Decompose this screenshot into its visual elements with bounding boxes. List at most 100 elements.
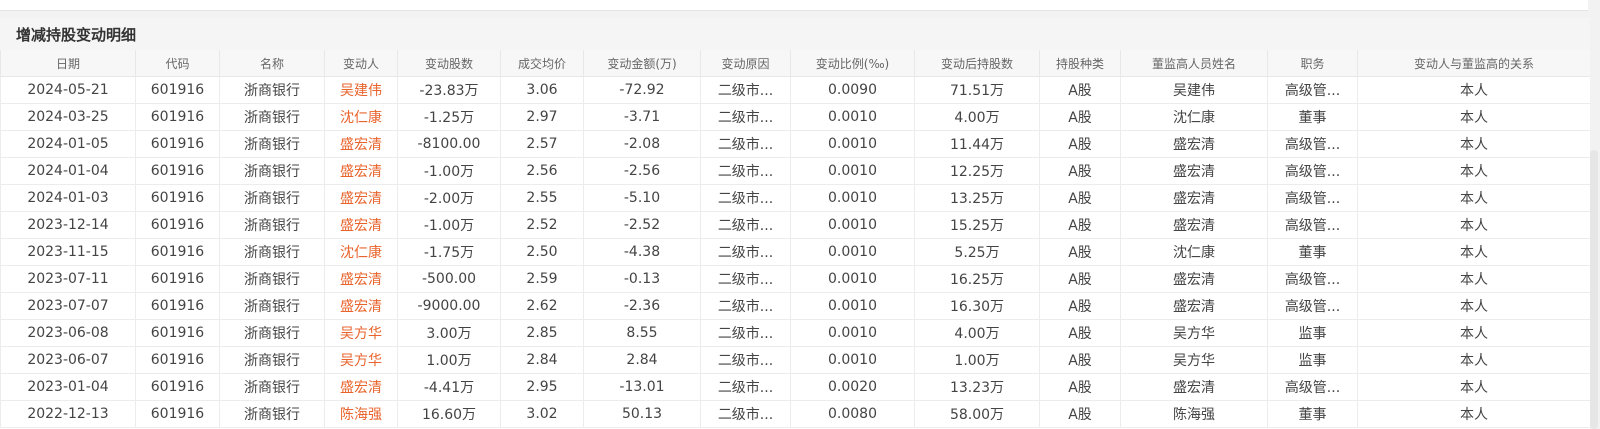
cell-shares-change: 16.60万 xyxy=(397,400,501,428)
table-row: 2023-06-08 601916 浙商银行 吴方华 3.00万 2.85 8.55 二级市.… xyxy=(0,319,1590,347)
cell-code: 601916 xyxy=(135,76,220,104)
table-row: 2023-07-11 601916 浙商银行 盛宏清 -500.00 2.59 -0.13 二… xyxy=(0,265,1590,293)
cell-share-type: A股 xyxy=(1039,238,1121,266)
cell-date: 2024-05-21 xyxy=(0,76,136,104)
col-header-date[interactable]: 日期 xyxy=(0,50,136,77)
col-header-amount[interactable]: 变动金额(万) xyxy=(583,50,701,77)
cell-position: 监事 xyxy=(1267,346,1358,374)
cell-holdings-after: 4.00万 xyxy=(914,103,1040,131)
cell-relation: 本人 xyxy=(1357,373,1590,401)
vertical-scrollbar[interactable] xyxy=(1590,150,1598,429)
cell-share-type: A股 xyxy=(1039,130,1121,158)
cell-share-type: A股 xyxy=(1039,76,1121,104)
cell-person[interactable]: 盛宏清 xyxy=(324,265,398,293)
cell-stock-name: 浙商银行 xyxy=(219,103,325,131)
cell-ratio: 0.0010 xyxy=(790,319,915,347)
cell-date: 2023-06-08 xyxy=(0,319,136,347)
table-row: 2024-01-03 601916 浙商银行 盛宏清 -2.00万 2.55 -5.10 二级… xyxy=(0,184,1590,212)
cell-code: 601916 xyxy=(135,373,220,401)
cell-date: 2023-11-15 xyxy=(0,238,136,266)
cell-person[interactable]: 陈海强 xyxy=(324,400,398,428)
cell-reason: 二级市... xyxy=(700,76,791,104)
cell-avg-price: 3.06 xyxy=(500,76,584,104)
cell-person[interactable]: 盛宏清 xyxy=(324,184,398,212)
cell-shares-change: -23.83万 xyxy=(397,76,501,104)
cell-person[interactable]: 盛宏清 xyxy=(324,157,398,185)
cell-holdings-after: 11.44万 xyxy=(914,130,1040,158)
cell-stock-name: 浙商银行 xyxy=(219,346,325,374)
cell-ratio: 0.0010 xyxy=(790,130,915,158)
cell-holdings-after: 1.00万 xyxy=(914,346,1040,374)
cell-stock-name: 浙商银行 xyxy=(219,400,325,428)
cell-share-type: A股 xyxy=(1039,265,1121,293)
cell-holdings-after: 15.25万 xyxy=(914,211,1040,239)
cell-avg-price: 2.97 xyxy=(500,103,584,131)
cell-person[interactable]: 盛宏清 xyxy=(324,130,398,158)
cell-position: 高级管... xyxy=(1267,211,1358,239)
cell-amount: 2.84 xyxy=(583,346,701,374)
cell-reason: 二级市... xyxy=(700,157,791,185)
cell-relation: 本人 xyxy=(1357,265,1590,293)
cell-date: 2023-01-04 xyxy=(0,373,136,401)
cell-relation: 本人 xyxy=(1357,76,1590,104)
cell-person[interactable]: 吴建伟 xyxy=(324,76,398,104)
cell-amount: -0.13 xyxy=(583,265,701,293)
cell-share-type: A股 xyxy=(1039,157,1121,185)
cell-code: 601916 xyxy=(135,211,220,239)
col-header-executive-name[interactable]: 董监高人员姓名 xyxy=(1120,50,1268,77)
cell-relation: 本人 xyxy=(1357,211,1590,239)
col-header-relation[interactable]: 变动人与董监高的关系 xyxy=(1357,50,1590,77)
table-row: 2024-03-25 601916 浙商银行 沈仁康 -1.25万 2.97 -3.71 二级… xyxy=(0,103,1590,131)
table-row: 2024-05-21 601916 浙商银行 吴建伟 -23.83万 3.06 -72.92… xyxy=(0,76,1590,104)
cell-relation: 本人 xyxy=(1357,292,1590,320)
cell-amount: -2.08 xyxy=(583,130,701,158)
cell-executive-name: 盛宏清 xyxy=(1120,157,1268,185)
col-header-holdings-after[interactable]: 变动后持股数 xyxy=(914,50,1040,77)
cell-person[interactable]: 沈仁康 xyxy=(324,238,398,266)
cell-amount: -5.10 xyxy=(583,184,701,212)
col-header-reason[interactable]: 变动原因 xyxy=(700,50,791,77)
cell-person[interactable]: 吴方华 xyxy=(324,319,398,347)
cell-relation: 本人 xyxy=(1357,400,1590,428)
cell-position: 高级管... xyxy=(1267,292,1358,320)
col-header-share-type[interactable]: 持股种类 xyxy=(1039,50,1121,77)
col-header-ratio[interactable]: 变动比例(‰) xyxy=(790,50,915,77)
table-row: 2023-01-04 601916 浙商银行 盛宏清 -4.41万 2.95 -13.01 二… xyxy=(0,373,1590,401)
col-header-position[interactable]: 职务 xyxy=(1267,50,1358,77)
cell-reason: 二级市... xyxy=(700,184,791,212)
cell-executive-name: 盛宏清 xyxy=(1120,292,1268,320)
cell-executive-name: 沈仁康 xyxy=(1120,238,1268,266)
cell-position: 董事 xyxy=(1267,400,1358,428)
col-header-shares-change[interactable]: 变动股数 xyxy=(397,50,501,77)
table-body: 2024-05-21 601916 浙商银行 吴建伟 -23.83万 3.06 -72.92… xyxy=(0,76,1590,428)
cell-person[interactable]: 吴方华 xyxy=(324,346,398,374)
cell-shares-change: -500.00 xyxy=(397,265,501,293)
cell-code: 601916 xyxy=(135,157,220,185)
col-header-person[interactable]: 变动人 xyxy=(324,50,398,77)
cell-holdings-after: 5.25万 xyxy=(914,238,1040,266)
cell-person[interactable]: 盛宏清 xyxy=(324,292,398,320)
cell-holdings-after: 13.23万 xyxy=(914,373,1040,401)
cell-date: 2024-01-05 xyxy=(0,130,136,158)
cell-ratio: 0.0080 xyxy=(790,400,915,428)
cell-person[interactable]: 盛宏清 xyxy=(324,211,398,239)
col-header-code[interactable]: 代码 xyxy=(135,50,220,77)
cell-code: 601916 xyxy=(135,346,220,374)
table-row: 2024-01-05 601916 浙商银行 盛宏清 -8100.00 2.57 -2.08… xyxy=(0,130,1590,158)
cell-executive-name: 盛宏清 xyxy=(1120,184,1268,212)
cell-executive-name: 盛宏清 xyxy=(1120,373,1268,401)
col-header-name[interactable]: 名称 xyxy=(219,50,325,77)
insider-trading-panel: 增减持股变动明细 日期 代码 名称 变动人 变动股数 成交均价 变动金额(万) … xyxy=(0,18,1590,429)
cell-position: 高级管... xyxy=(1267,265,1358,293)
cell-avg-price: 2.55 xyxy=(500,184,584,212)
table-row: 2024-01-04 601916 浙商银行 盛宏清 -1.00万 2.56 -2.56 二级… xyxy=(0,157,1590,185)
cell-amount: -2.36 xyxy=(583,292,701,320)
cell-person[interactable]: 盛宏清 xyxy=(324,373,398,401)
cell-reason: 二级市... xyxy=(700,400,791,428)
col-header-avg-price[interactable]: 成交均价 xyxy=(500,50,584,77)
cell-stock-name: 浙商银行 xyxy=(219,238,325,266)
cell-person[interactable]: 沈仁康 xyxy=(324,103,398,131)
cell-reason: 二级市... xyxy=(700,265,791,293)
cell-stock-name: 浙商银行 xyxy=(219,184,325,212)
cell-amount: -2.56 xyxy=(583,157,701,185)
